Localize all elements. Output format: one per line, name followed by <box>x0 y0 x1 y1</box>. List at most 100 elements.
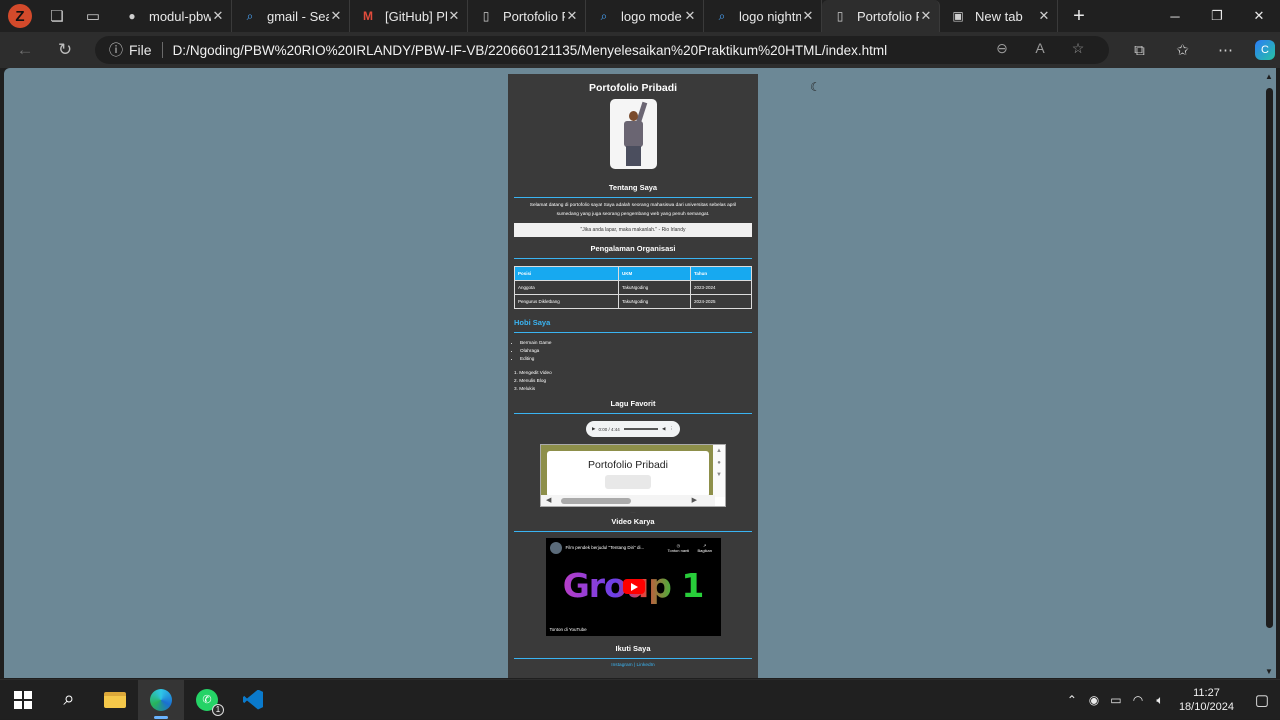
social-links[interactable]: Instagram | LinkedIn <box>508 663 758 668</box>
url-text[interactable]: D:/Ngoding/PBW%20RIO%20IRLANDY/PBW-IF-VB… <box>173 43 888 58</box>
volume-icon[interactable]: ◀ <box>662 426 665 432</box>
share-button[interactable]: ↗ Bagikan <box>698 543 712 553</box>
new-tab-button[interactable]: + <box>1064 5 1094 28</box>
audio-player[interactable]: ▶ 0:00 / 4:44 ◀ ⋮ <box>586 421 680 437</box>
tab-title: logo mode n <box>621 8 683 24</box>
tab-title: Portofolio P <box>857 8 919 24</box>
notification-icon[interactable]: ▢ <box>1244 691 1280 709</box>
close-icon[interactable]: ✕ <box>447 8 461 24</box>
more-icon[interactable]: ⋯ <box>1204 35 1247 65</box>
extensions-icon[interactable]: ⧉ <box>1118 35 1161 65</box>
tab-title: modul-pbw <box>149 8 211 24</box>
tab-1[interactable]: ⌕ gmail - Search ✕ <box>232 0 350 32</box>
window-controls: ─ ❐ ✕ <box>1154 0 1280 32</box>
close-icon[interactable]: ✕ <box>565 8 579 24</box>
close-icon[interactable]: ✕ <box>683 8 697 24</box>
close-icon[interactable]: ✕ <box>1037 8 1051 24</box>
vscode-button[interactable] <box>230 680 276 720</box>
clock[interactable]: 11:27 18/10/2024 <box>1179 686 1234 714</box>
tab-5[interactable]: ⌕ logo nightm ✕ <box>704 0 822 32</box>
battery-icon[interactable]: ▭ <box>1105 693 1127 707</box>
close-window-icon[interactable]: ✕ <box>1238 0 1280 32</box>
play-button[interactable] <box>622 579 645 594</box>
list-item: Mengedit Video <box>514 369 758 377</box>
video-title[interactable]: Film pendek berjudul "Tentang Diri" di..… <box>566 545 645 550</box>
portfolio-container: Portofolio Pribadi Tentang Saya Selamat … <box>508 74 758 678</box>
tab-title: [GitHub] Ple <box>385 8 447 24</box>
tab-7[interactable]: ▣ New tab ✕ <box>940 0 1058 32</box>
newtab-icon: ▣ <box>952 9 964 23</box>
gmail-icon: M <box>363 9 373 23</box>
search-icon: ⌕ <box>718 8 726 23</box>
taskbar: ⌕ ✆ 1 ⌃ ◉ ▭ ◠ 🔈︎ 11:27 18/10/2024 ▢ <box>0 679 1280 720</box>
tab-4[interactable]: ⌕ logo mode n ✕ <box>586 0 704 32</box>
edge-button[interactable] <box>138 679 184 720</box>
embedded-frame[interactable]: Portofolio Pribadi ▲ ● ▼ ◀ ▶ <box>540 444 726 507</box>
restore-icon[interactable]: ❐ <box>1196 0 1238 32</box>
chevron-up-icon[interactable]: ⌃ <box>1061 693 1083 707</box>
profile-avatar[interactable]: Z <box>8 4 32 28</box>
address-bar[interactable]: ⓘ File D:/Ngoding/PBW%20RIO%20IRLANDY/PB… <box>95 36 1109 64</box>
play-icon[interactable]: ▶ <box>592 426 595 432</box>
tab-actions-icon[interactable]: ▭ <box>82 5 104 27</box>
close-icon[interactable]: ✕ <box>211 8 225 24</box>
divider <box>514 531 752 532</box>
close-icon[interactable]: ✕ <box>801 8 815 24</box>
workspaces-icon[interactable]: ❏ <box>46 5 68 27</box>
tab-3[interactable]: ▯ Portofolio P ✕ <box>468 0 586 32</box>
date: 18/10/2024 <box>1178 701 1234 713</box>
list-item: Olahraga <box>520 347 758 355</box>
scheme-label: File <box>129 42 152 58</box>
close-icon[interactable]: ✕ <box>919 8 933 24</box>
hobby-ordered-list: Mengedit Video Menulis Blog Melukis <box>514 369 758 393</box>
read-aloud-icon[interactable]: A <box>1021 40 1059 57</box>
info-icon[interactable]: ⓘ <box>109 40 123 60</box>
file-explorer-button[interactable] <box>92 680 138 720</box>
tab-0[interactable]: ● modul-pbw ✕ <box>114 0 232 32</box>
audio-progress[interactable] <box>623 428 659 430</box>
scroll-thumb[interactable] <box>1266 88 1273 628</box>
frame-horizontal-scrollbar[interactable]: ◀ ▶ <box>541 495 715 506</box>
address-bar-actions: ⊖ A ☆ <box>983 40 1097 57</box>
video-heading: Video Karya <box>611 517 655 526</box>
tab-strip: Z ❏ ▭ ● modul-pbw ✕ ⌕ gmail - Search ✕ M… <box>0 0 1280 32</box>
channel-avatar[interactable] <box>549 542 562 554</box>
tab-2[interactable]: M [GitHub] Ple ✕ <box>350 0 468 32</box>
copilot-icon[interactable]: C <box>1255 40 1275 60</box>
back-icon[interactable]: ← <box>10 35 40 65</box>
page-scrollbar[interactable]: ▲ ▼ <box>1263 68 1276 678</box>
divider <box>514 258 752 259</box>
dark-mode-toggle-icon[interactable]: ☾ <box>810 80 821 94</box>
zoom-icon[interactable]: ⊖ <box>983 40 1021 57</box>
tab-title: gmail - Search <box>267 8 329 24</box>
whatsapp-button[interactable]: ✆ 1 <box>184 680 230 720</box>
watch-on-youtube[interactable]: Tonton di YouTube <box>550 627 587 632</box>
volume-icon[interactable]: 🔈︎ <box>1149 693 1171 708</box>
hobby-list: Bermain Game Olahraga Editing <box>520 339 758 363</box>
scroll-up-icon[interactable]: ▲ <box>1265 72 1273 81</box>
wifi-icon[interactable]: ◠ <box>1127 693 1149 707</box>
more-icon[interactable]: ⋮ <box>670 426 675 432</box>
github-icon: ● <box>128 9 136 23</box>
search-icon: ⌕ <box>246 8 254 23</box>
youtube-embed[interactable]: Film pendek berjudul "Tentang Diri" di..… <box>545 538 721 636</box>
close-icon[interactable]: ✕ <box>329 8 343 24</box>
start-button[interactable] <box>0 680 46 720</box>
frame-vertical-scrollbar[interactable]: ▲ ● ▼ <box>713 445 725 497</box>
windows-icon <box>14 690 32 709</box>
tab-title: Portofolio P <box>503 8 565 24</box>
favorite-star-icon[interactable]: ☆ <box>1059 40 1097 57</box>
minimize-icon[interactable]: ─ <box>1154 0 1196 32</box>
refresh-icon[interactable]: ↻ <box>50 35 80 65</box>
notification-badge: 1 <box>212 703 224 716</box>
list-item: Menulis Blog <box>514 377 758 385</box>
meet-icon[interactable]: ◉ <box>1083 693 1105 707</box>
table-header: Posisi <box>514 266 619 281</box>
list-item: Bermain Game <box>520 339 758 347</box>
tab-6-active[interactable]: ▯ Portofolio P ✕ <box>822 0 940 32</box>
system-tray: ⌃ ◉ ▭ ◠ 🔈︎ 11:27 18/10/2024 ▢ <box>1061 680 1280 720</box>
favorites-icon[interactable]: ✩ <box>1161 35 1204 65</box>
watch-later-button[interactable]: ◷ Tonton nanti <box>668 543 690 553</box>
search-button[interactable]: ⌕ <box>46 680 92 720</box>
scroll-down-icon[interactable]: ▼ <box>1265 667 1273 676</box>
